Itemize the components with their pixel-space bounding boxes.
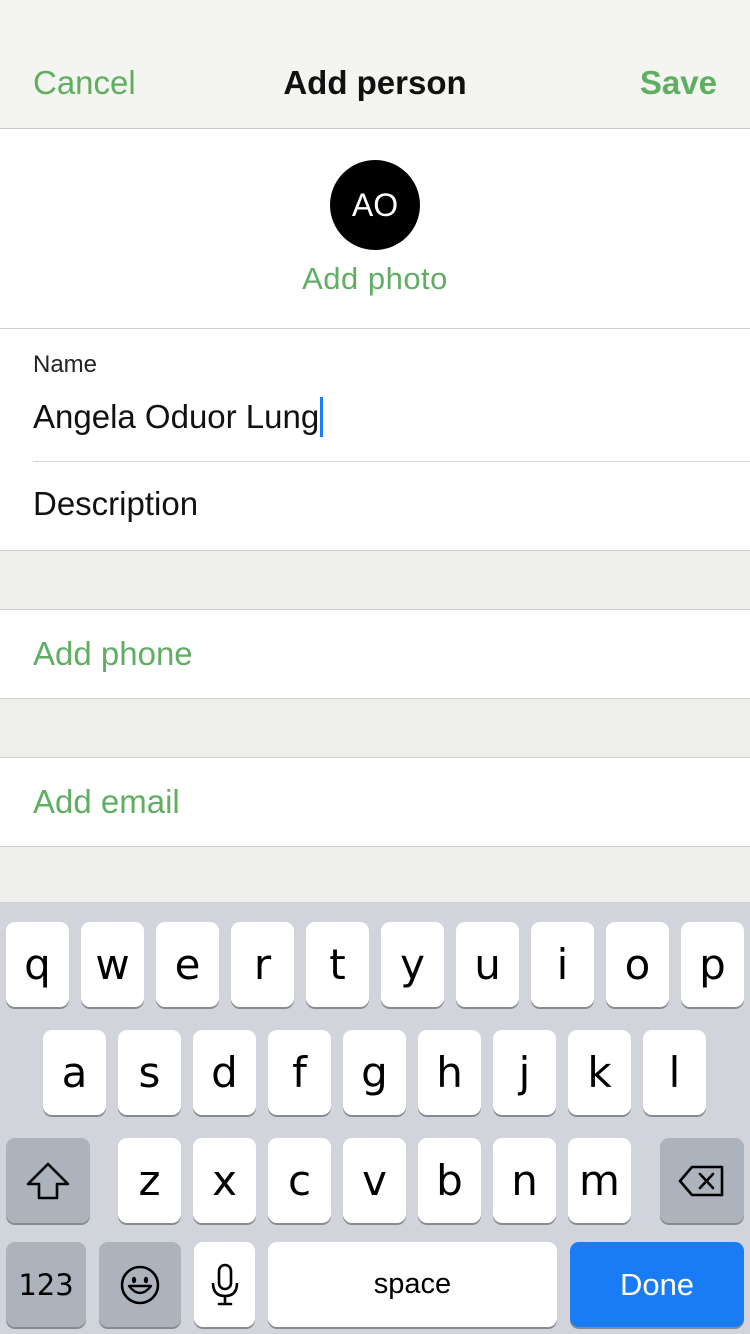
delete-key[interactable] <box>660 1138 744 1223</box>
key-x[interactable]: x <box>193 1138 256 1223</box>
add-email-row[interactable]: Add email <box>0 757 750 847</box>
save-button[interactable]: Save <box>640 64 717 102</box>
add-email-label: Add email <box>33 783 180 820</box>
key-a[interactable]: a <box>43 1030 106 1115</box>
photo-section: AO Add photo <box>0 129 750 329</box>
emoji-key[interactable] <box>99 1242 181 1327</box>
delete-icon <box>678 1165 724 1196</box>
key-m[interactable]: m <box>568 1138 631 1223</box>
key-f[interactable]: f <box>268 1030 331 1115</box>
microphone-key[interactable] <box>194 1242 255 1327</box>
key-k[interactable]: k <box>568 1030 631 1115</box>
key-j[interactable]: j <box>493 1030 556 1115</box>
form-section: Name Angela Oduor Lung Description <box>0 329 750 551</box>
key-l[interactable]: l <box>643 1030 706 1115</box>
key-v[interactable]: v <box>343 1138 406 1223</box>
emoji-icon <box>120 1265 160 1304</box>
add-phone-label: Add phone <box>33 635 193 672</box>
text-cursor <box>320 397 324 437</box>
key-i[interactable]: i <box>531 922 594 1007</box>
name-label: Name <box>33 351 98 378</box>
key-t[interactable]: t <box>306 922 369 1007</box>
field-divider <box>33 461 750 462</box>
key-z[interactable]: z <box>118 1138 181 1223</box>
key-e[interactable]: e <box>156 922 219 1007</box>
name-field-value: Angela Oduor Lung <box>33 398 320 435</box>
keyboard: q w e r t y u i o p a s d f g h j k l z … <box>0 902 750 1334</box>
key-b[interactable]: b <box>418 1138 481 1223</box>
key-c[interactable]: c <box>268 1138 331 1223</box>
cancel-button[interactable]: Cancel <box>33 64 136 102</box>
key-r[interactable]: r <box>231 922 294 1007</box>
shift-key[interactable] <box>6 1138 90 1223</box>
key-y[interactable]: y <box>381 922 444 1007</box>
key-s[interactable]: s <box>118 1030 181 1115</box>
key-w[interactable]: w <box>81 922 144 1007</box>
description-field[interactable]: Description <box>33 485 198 523</box>
numbers-key[interactable]: 123 <box>6 1242 86 1327</box>
space-key[interactable]: space <box>268 1242 557 1327</box>
key-d[interactable]: d <box>193 1030 256 1115</box>
key-q[interactable]: q <box>6 922 69 1007</box>
navigation-bar: Cancel Add person Save <box>0 0 750 129</box>
key-h[interactable]: h <box>418 1030 481 1115</box>
add-phone-row[interactable]: Add phone <box>0 609 750 699</box>
microphone-icon <box>211 1263 238 1305</box>
key-p[interactable]: p <box>681 922 744 1007</box>
name-field[interactable]: Angela Oduor Lung <box>33 397 324 437</box>
key-u[interactable]: u <box>456 922 519 1007</box>
done-key[interactable]: Done <box>570 1242 744 1327</box>
avatar[interactable]: AO <box>330 160 420 250</box>
key-g[interactable]: g <box>343 1030 406 1115</box>
shift-icon <box>26 1162 70 1199</box>
add-photo-button[interactable]: Add photo <box>0 261 750 297</box>
key-o[interactable]: o <box>606 922 669 1007</box>
key-n[interactable]: n <box>493 1138 556 1223</box>
